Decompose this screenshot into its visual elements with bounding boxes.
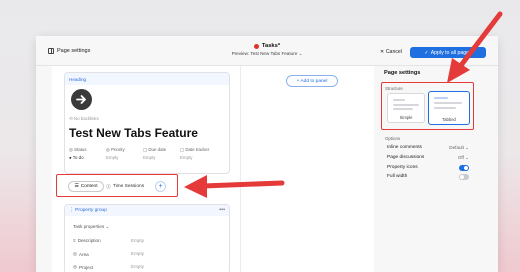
option-full-width[interactable]: Full width [387,174,469,182]
property-group-card[interactable]: ⋮ Property group ••• Task properties ⌄ ≡… [64,204,230,272]
property-due-date[interactable]: ▢ Due date [143,147,170,153]
more-options-icon[interactable]: ••• [219,207,225,213]
database-title: Tasks* [261,43,281,49]
project-value[interactable]: Empty [131,264,144,269]
annotation-box-structure [381,82,474,130]
option-page-discussions-label: Page discussions [387,155,425,160]
drag-handle-icon: ⋮ [69,208,74,213]
page-settings-link[interactable]: Page settings [48,48,90,54]
option-inline-comments-label: Inline comments [387,145,422,150]
group-prop-area[interactable]: ◎ Area [73,251,89,257]
task-properties-label: Task properties [73,224,105,229]
backlinks-label: No backlinks [73,116,99,121]
option-inline-comments[interactable]: Inline comments Default ⌄ [387,145,469,153]
apply-button[interactable]: ✓ Apply to all pages [410,47,486,58]
task-properties-selector[interactable]: Task properties ⌄ [73,224,109,230]
full-width-toggle[interactable] [459,174,469,180]
chevron-down-icon: ⌄ [298,51,303,56]
option-property-icons-label: Property icons [387,165,418,170]
option-page-discussions[interactable]: Page discussions Off ⌄ [387,155,469,163]
arrow-right-icon [76,95,86,104]
due-date-value[interactable]: Empty [143,155,170,160]
preview-selector[interactable]: Preview: Test New Tabs Feature ⌄ [186,51,348,57]
cancel-button[interactable]: ✕ Cancel [380,49,402,55]
area-value[interactable]: Empty [131,251,144,256]
add-to-panel-button[interactable]: + Add to panel [286,75,338,87]
description-value[interactable]: Empty [131,238,144,243]
chevron-down-icon: ⌄ [105,224,110,229]
page-icon [71,89,92,110]
heading-card[interactable]: Heading ⟲ No backlinks Test New Tabs Fea… [64,72,230,174]
check-icon: ✓ [424,49,429,56]
heading-label: Heading [69,77,87,82]
status-dot-icon [253,43,259,49]
preview-label: Preview: Test New Tabs Feature [231,51,298,56]
property-group-title: ⋮ Property group [69,208,107,213]
close-icon: ✕ [380,49,385,55]
property-names: ◎ Status ◎ Priority ▢ Due date ▢ Date tr… [69,147,209,153]
property-icons-toggle[interactable] [459,165,469,171]
property-priority[interactable]: ◎ Priority [106,147,133,153]
property-values: ● To do Empty Empty Empty [69,155,207,160]
option-full-width-label: Full width [387,174,408,179]
property-status[interactable]: ◎ Status [69,147,96,153]
cancel-label: Cancel [385,49,402,55]
option-page-discussions-value[interactable]: Off ⌄ [458,155,469,161]
sidebar-title: Page settings [384,70,421,76]
options-label: Options [385,136,401,141]
property-group-label: Property group [75,208,107,213]
option-property-icons[interactable]: Property icons [387,165,469,173]
page-settings-label: Page settings [57,48,91,54]
backlink-icon: ⟲ [69,116,73,121]
group-prop-description[interactable]: ≡ Description [73,238,101,243]
backlinks-text: ⟲ No backlinks [69,116,99,122]
page-title: Test New Tabs Feature [69,126,198,140]
annotation-box-tabs [56,174,178,197]
status-value[interactable]: ● To do [69,155,96,160]
apply-label: Apply to all pages [430,49,472,56]
heading-band [65,73,229,85]
group-prop-project[interactable]: ◎ Project [73,264,93,270]
priority-value[interactable]: Empty [106,155,133,160]
option-inline-comments-value[interactable]: Default ⌄ [449,145,469,151]
column-divider [240,66,241,272]
layout-icon [48,48,54,54]
date-tracker-value[interactable]: Empty [180,155,207,160]
property-date-tracker[interactable]: ▢ Date tracker [180,147,209,153]
page-title-header: Tasks* Preview: Test New Tabs Feature ⌄ [186,43,348,57]
